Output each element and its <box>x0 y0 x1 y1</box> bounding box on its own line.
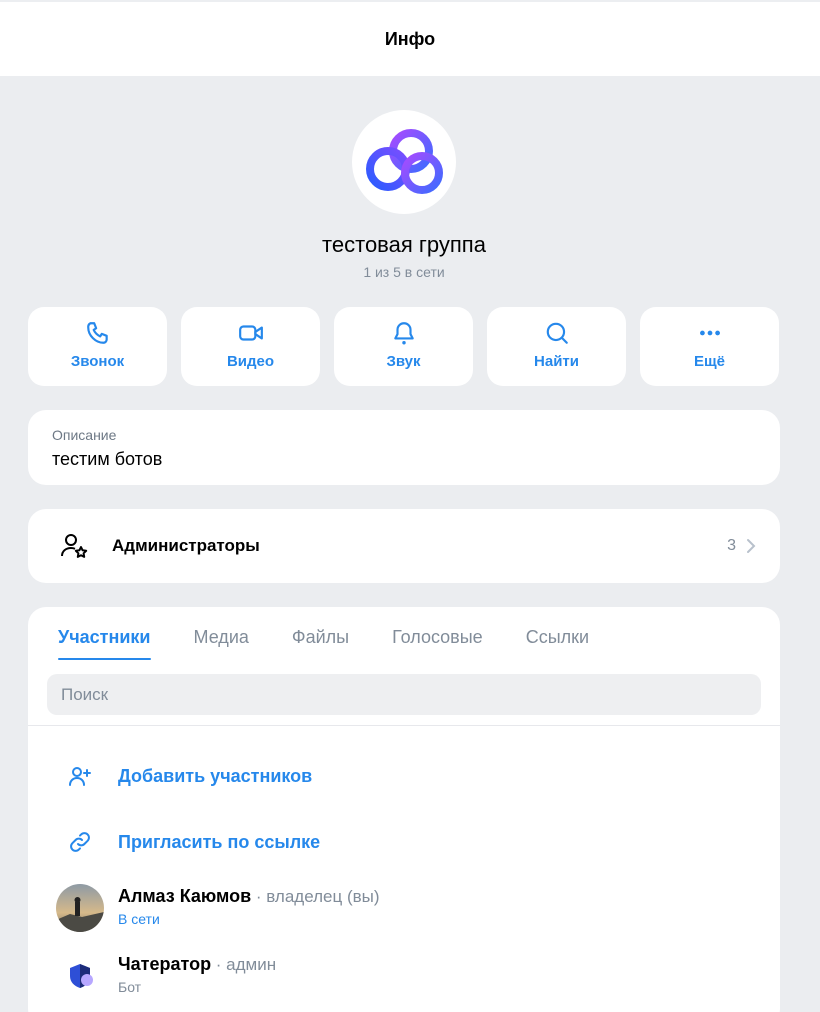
admins-label: Администраторы <box>112 536 260 555</box>
add-user-icon <box>69 767 91 786</box>
admins-count: 3 <box>727 537 736 554</box>
tab-links[interactable]: Ссылки <box>526 627 589 660</box>
tab-members[interactable]: Участники <box>58 627 151 660</box>
add-members-button[interactable]: Добавить участников <box>68 764 312 788</box>
add-members-label: Добавить участников <box>118 765 313 786</box>
avatar <box>56 884 104 932</box>
description-card: Описание тестим ботов <box>28 410 780 485</box>
search-input[interactable] <box>47 674 761 715</box>
tab-files[interactable]: Файлы <box>292 627 349 660</box>
invite-link-label: Пригласить по ссылке <box>118 831 321 852</box>
more-button[interactable]: Ещё <box>640 307 779 386</box>
find-button[interactable]: Найти <box>487 307 626 386</box>
link-icon <box>70 832 90 852</box>
member-row-bot[interactable]: Чатератор · админ Бот <box>56 952 276 1000</box>
sound-label: Звук <box>386 353 421 370</box>
video-button[interactable]: Видео <box>181 307 320 386</box>
bell-icon <box>393 322 414 345</box>
member-name: Чатератор <box>118 954 212 974</box>
tab-media[interactable]: Медиа <box>194 627 249 660</box>
more-label: Ещё <box>693 353 725 370</box>
group-name: тестовая группа <box>322 232 486 257</box>
admins-row[interactable]: Администраторы 3 <box>28 509 780 583</box>
page-title: Инфо <box>384 28 436 49</box>
admin-star-icon <box>61 534 88 558</box>
action-bar: Звонок Видео Звук Найти Ещё <box>28 307 779 386</box>
bot-avatar <box>56 952 104 1000</box>
phone-icon <box>86 322 108 344</box>
member-status: Бот <box>118 979 142 995</box>
members-card: Участники Медиа Файлы Голосовые Ссылки Д… <box>28 607 780 1012</box>
top-bar: Инфо <box>0 0 820 76</box>
chevron-right-icon <box>747 539 756 553</box>
invite-link-button[interactable]: Пригласить по ссылке <box>68 830 320 854</box>
group-avatar[interactable] <box>352 110 456 214</box>
description-text: тестим ботов <box>52 449 163 469</box>
group-logo-icon <box>366 129 443 194</box>
divider <box>28 725 780 726</box>
video-icon <box>238 325 263 341</box>
member-row-owner[interactable]: Алмаз Каюмов · владелец (вы) В сети <box>56 884 380 932</box>
call-label: Звонок <box>70 353 125 370</box>
member-role: · админ <box>211 955 277 974</box>
video-label: Видео <box>226 353 275 370</box>
more-icon <box>699 330 720 336</box>
member-status: В сети <box>118 911 160 927</box>
sound-button[interactable]: Звук <box>334 307 473 386</box>
description-label: Описание <box>52 427 117 443</box>
group-online-status: 1 из 5 в сети <box>363 264 445 280</box>
member-name: Алмаз Каюмов <box>118 886 252 906</box>
call-button[interactable]: Звонок <box>28 307 167 386</box>
search-icon <box>546 322 568 344</box>
tab-voice[interactable]: Голосовые <box>392 627 483 660</box>
tab-bar: Участники Медиа Файлы Голосовые Ссылки <box>58 627 632 660</box>
member-role: · владелец (вы) <box>251 887 380 906</box>
find-label: Найти <box>534 353 579 370</box>
